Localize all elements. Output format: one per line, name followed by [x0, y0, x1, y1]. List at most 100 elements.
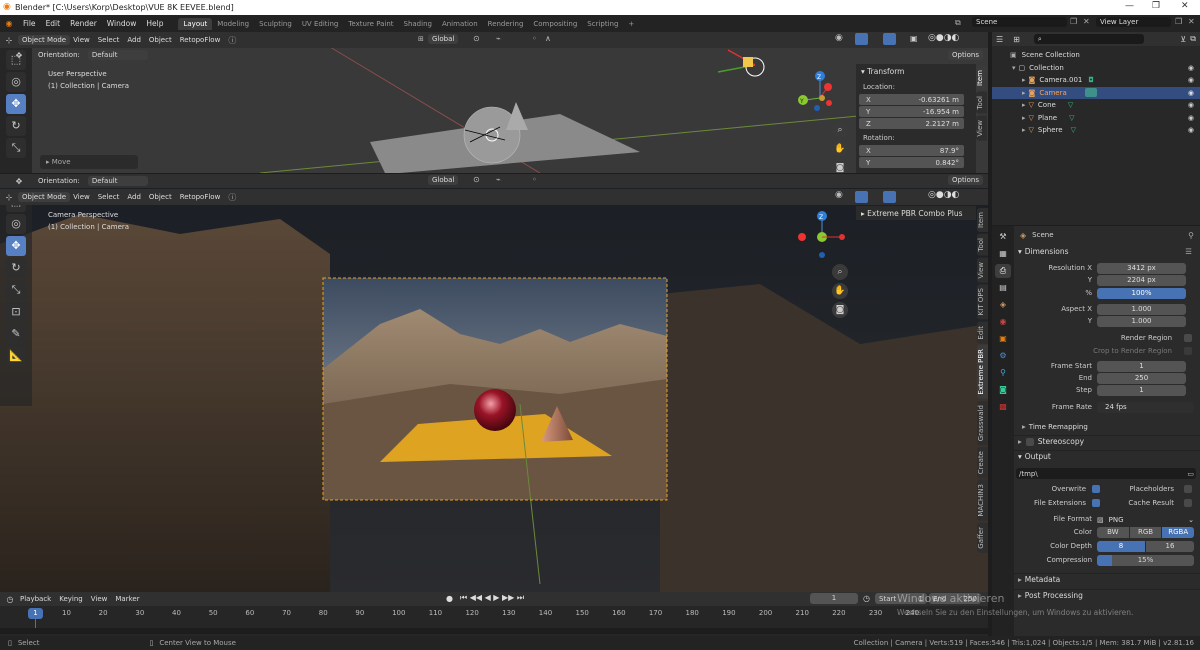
- record-icon[interactable]: ●: [446, 594, 453, 603]
- pan-hand-icon-2[interactable]: ✋: [832, 283, 848, 299]
- visibility-eye-icon[interactable]: ◉: [1188, 114, 1194, 122]
- tab-shading[interactable]: Shading: [399, 18, 437, 30]
- menu-file[interactable]: File: [18, 19, 41, 28]
- tab-rendering[interactable]: Rendering: [483, 18, 529, 30]
- keying-menu[interactable]: Keying: [59, 595, 83, 603]
- outliner-editor-icon[interactable]: ☰: [996, 35, 1003, 44]
- texture-tab-icon[interactable]: ▩: [995, 400, 1011, 414]
- transform-tool-2[interactable]: ⊡: [6, 302, 26, 322]
- add-workspace-button[interactable]: +: [623, 18, 639, 30]
- depth-16-button[interactable]: 16: [1146, 541, 1194, 552]
- annotate-tool-2[interactable]: ✎: [6, 324, 26, 344]
- snap-icon-2[interactable]: ⌁: [496, 175, 501, 184]
- last-operator-panel[interactable]: ▸ Move: [40, 155, 138, 169]
- outliner-item-camera-001[interactable]: ▸ ◙ Camera.001 ◘ ◉: [992, 74, 1200, 87]
- color-bw-button[interactable]: BW: [1097, 527, 1129, 538]
- rot-y-field[interactable]: Y 0.842°: [859, 157, 964, 168]
- view-menu-2[interactable]: View: [73, 193, 90, 201]
- scene-delete-icon[interactable]: ✕: [1083, 17, 1090, 26]
- scale-tool[interactable]: ⤡: [6, 138, 26, 158]
- close-button[interactable]: ✕: [1181, 1, 1189, 11]
- crop-region-checkbox[interactable]: [1184, 347, 1192, 355]
- tab-create[interactable]: Create: [977, 446, 988, 479]
- drag-icon-2[interactable]: ✥: [0, 177, 38, 186]
- rotate-tool-2[interactable]: ↻: [6, 258, 26, 278]
- tab-scripting[interactable]: Scripting: [582, 18, 623, 30]
- retopoflow-menu[interactable]: RetopoFlow: [180, 36, 221, 44]
- outliner-item-plane[interactable]: ▸ ▽ Plane ▽ ◉: [992, 112, 1200, 125]
- falloff-icon[interactable]: ∧: [545, 34, 551, 43]
- help-icon[interactable]: ⓘ: [228, 35, 236, 46]
- file-format-dropdown[interactable]: ▨ PNG ⌄: [1097, 514, 1194, 525]
- select-menu-2[interactable]: Select: [98, 193, 120, 201]
- tab-kit-ops[interactable]: KIT OPS: [977, 284, 988, 320]
- extreme-pbr-panel[interactable]: ▸ Extreme PBR Combo Plus: [856, 206, 976, 220]
- tab-compositing[interactable]: Compositing: [528, 18, 582, 30]
- visibility-eye-icon[interactable]: ◉: [1188, 76, 1194, 84]
- presets-icon[interactable]: ☰: [1185, 247, 1192, 256]
- options-dropdown[interactable]: Options: [948, 50, 984, 60]
- compression-slider[interactable]: 15%: [1097, 555, 1194, 566]
- tab-tool-2[interactable]: Tool: [977, 233, 988, 256]
- timeline-view-menu[interactable]: View: [91, 595, 108, 603]
- tab-gaffer[interactable]: Gaffer: [977, 522, 988, 553]
- outliner-scene-collection[interactable]: ▣ Scene Collection: [992, 49, 1200, 62]
- frame-start-field[interactable]: 1: [1097, 361, 1186, 372]
- shading-modes-icon[interactable]: ◎●◑◐: [928, 33, 959, 43]
- move-tool-2[interactable]: ✥: [6, 236, 26, 256]
- frame-step-field[interactable]: 1: [1097, 385, 1186, 396]
- color-rgb-button[interactable]: RGB: [1129, 527, 1162, 538]
- snap-icon[interactable]: ⌁: [496, 34, 501, 43]
- pan-hand-icon[interactable]: ✋: [832, 141, 848, 157]
- rotate-tool[interactable]: ↻: [6, 116, 26, 136]
- folder-icon[interactable]: ▭: [1187, 470, 1194, 478]
- camera-view-icon-2[interactable]: ◙: [832, 302, 848, 318]
- outliner-item-sphere[interactable]: ▸ ▽ Sphere ▽ ◉: [992, 124, 1200, 137]
- outliner-collection[interactable]: ▾ ▢ Collection ◉: [992, 62, 1200, 75]
- drag-icon[interactable]: ✥: [0, 51, 38, 60]
- mode-dropdown[interactable]: Object Mode: [18, 35, 71, 45]
- view-layer-tab-icon[interactable]: ▤: [995, 281, 1011, 295]
- menu-window[interactable]: Window: [102, 19, 142, 28]
- view-menu[interactable]: View: [73, 36, 90, 44]
- scene-selector[interactable]: Scene: [972, 17, 1067, 27]
- resolution-percent-slider[interactable]: 100%: [1097, 288, 1186, 299]
- camera-navigation-gizmo[interactable]: Z: [795, 210, 845, 265]
- visibility-eye-icon[interactable]: ◉: [1188, 101, 1194, 109]
- scale-tool-2[interactable]: ⤡: [6, 280, 26, 300]
- playhead-frame[interactable]: 1: [28, 608, 43, 619]
- use-preview-icon[interactable]: ◷: [863, 594, 870, 603]
- transform-orientation-dropdown-2[interactable]: Global: [428, 175, 459, 185]
- blender-menu-icon[interactable]: ◉: [0, 19, 18, 28]
- overlay-toggle-icon[interactable]: [883, 33, 896, 45]
- tab-edit[interactable]: Edit: [977, 321, 988, 344]
- visibility-icon-2[interactable]: ◉: [835, 190, 843, 200]
- loc-x-field[interactable]: X -0.63261 m: [859, 94, 964, 105]
- measure-tool-2[interactable]: 📐: [6, 346, 26, 366]
- maximize-button[interactable]: ❐: [1152, 1, 1160, 11]
- tab-view[interactable]: View: [976, 115, 987, 141]
- tab-item-2[interactable]: Item: [977, 208, 988, 232]
- zoom-icon[interactable]: ⌕: [832, 122, 848, 138]
- xray-icon[interactable]: ▣: [910, 34, 918, 43]
- display-mode-icon[interactable]: ⊞: [1013, 35, 1020, 44]
- tab-modeling[interactable]: Modeling: [212, 18, 254, 30]
- top-navigation-gizmo[interactable]: Z Y: [795, 70, 845, 130]
- modifier-tab-icon[interactable]: ⚙: [995, 349, 1011, 363]
- tab-animation[interactable]: Animation: [437, 18, 483, 30]
- playback-menu[interactable]: Playback: [20, 595, 51, 603]
- tab-view-2[interactable]: View: [977, 257, 988, 283]
- render-region-checkbox[interactable]: [1184, 334, 1192, 342]
- mode-dropdown-2[interactable]: Object Mode: [18, 192, 71, 202]
- timeline-area[interactable]: 10 20 30 40 50 60 70 80 90 100 110 120 130 140 150 160 1…: [0, 606, 988, 636]
- file-extensions-checkbox[interactable]: [1092, 499, 1100, 507]
- frame-rate-dropdown[interactable]: 24 fps: [1097, 402, 1194, 413]
- shading-modes-icon-2[interactable]: ◎●◑◐: [928, 190, 959, 200]
- editor-type-icon[interactable]: ⊹: [0, 36, 18, 45]
- help-icon-2[interactable]: ⓘ: [228, 192, 236, 203]
- output-panel-header[interactable]: ▾ Output: [1014, 450, 1200, 462]
- gizmo-toggle-icon[interactable]: [855, 33, 868, 45]
- tab-tool[interactable]: Tool: [976, 91, 987, 114]
- view-layer-copy-icon[interactable]: ❐: [1175, 17, 1182, 26]
- marker-menu[interactable]: Marker: [115, 595, 139, 603]
